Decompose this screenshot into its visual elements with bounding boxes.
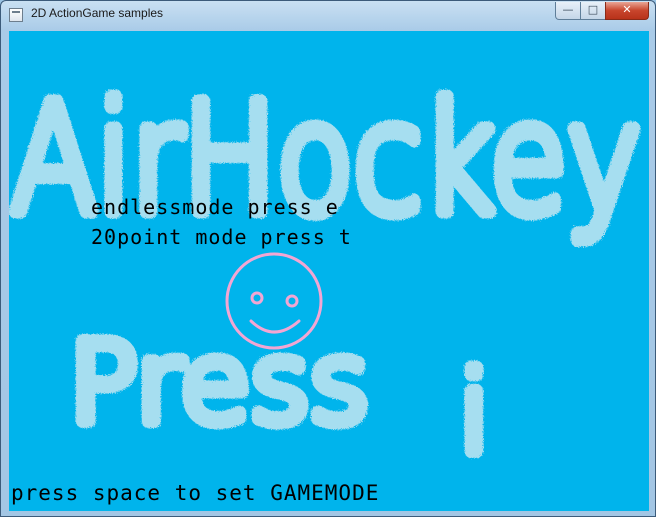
press-logo: Press — [69, 319, 369, 447]
point-mode-instruction: 20point mode press t — [91, 225, 352, 249]
minimize-button[interactable]: — — [555, 2, 581, 20]
press-key-logo: i — [459, 349, 490, 477]
close-button[interactable]: ✕ — [605, 2, 649, 20]
smiley-right-eye — [285, 294, 299, 308]
endless-mode-instruction: endlessmode press e — [91, 195, 339, 219]
title-bar[interactable]: 2D ActionGame samples — □ ✕ — [1, 1, 655, 29]
airhockey-logo: AirHockey — [11, 73, 641, 247]
window-icon[interactable] — [9, 8, 23, 22]
maximize-button[interactable]: □ — [580, 2, 606, 20]
app-window: 2D ActionGame samples — □ ✕ AirHockey Pr… — [0, 0, 656, 517]
window-title: 2D ActionGame samples — [31, 6, 164, 20]
gamemode-instruction: press space to set GAMEMODE — [11, 481, 380, 505]
title-art: AirHockey Press i — [9, 66, 649, 485]
smiley-left-eye — [250, 291, 264, 305]
game-canvas[interactable]: AirHockey Press i endlessmode press e 20… — [9, 31, 649, 511]
